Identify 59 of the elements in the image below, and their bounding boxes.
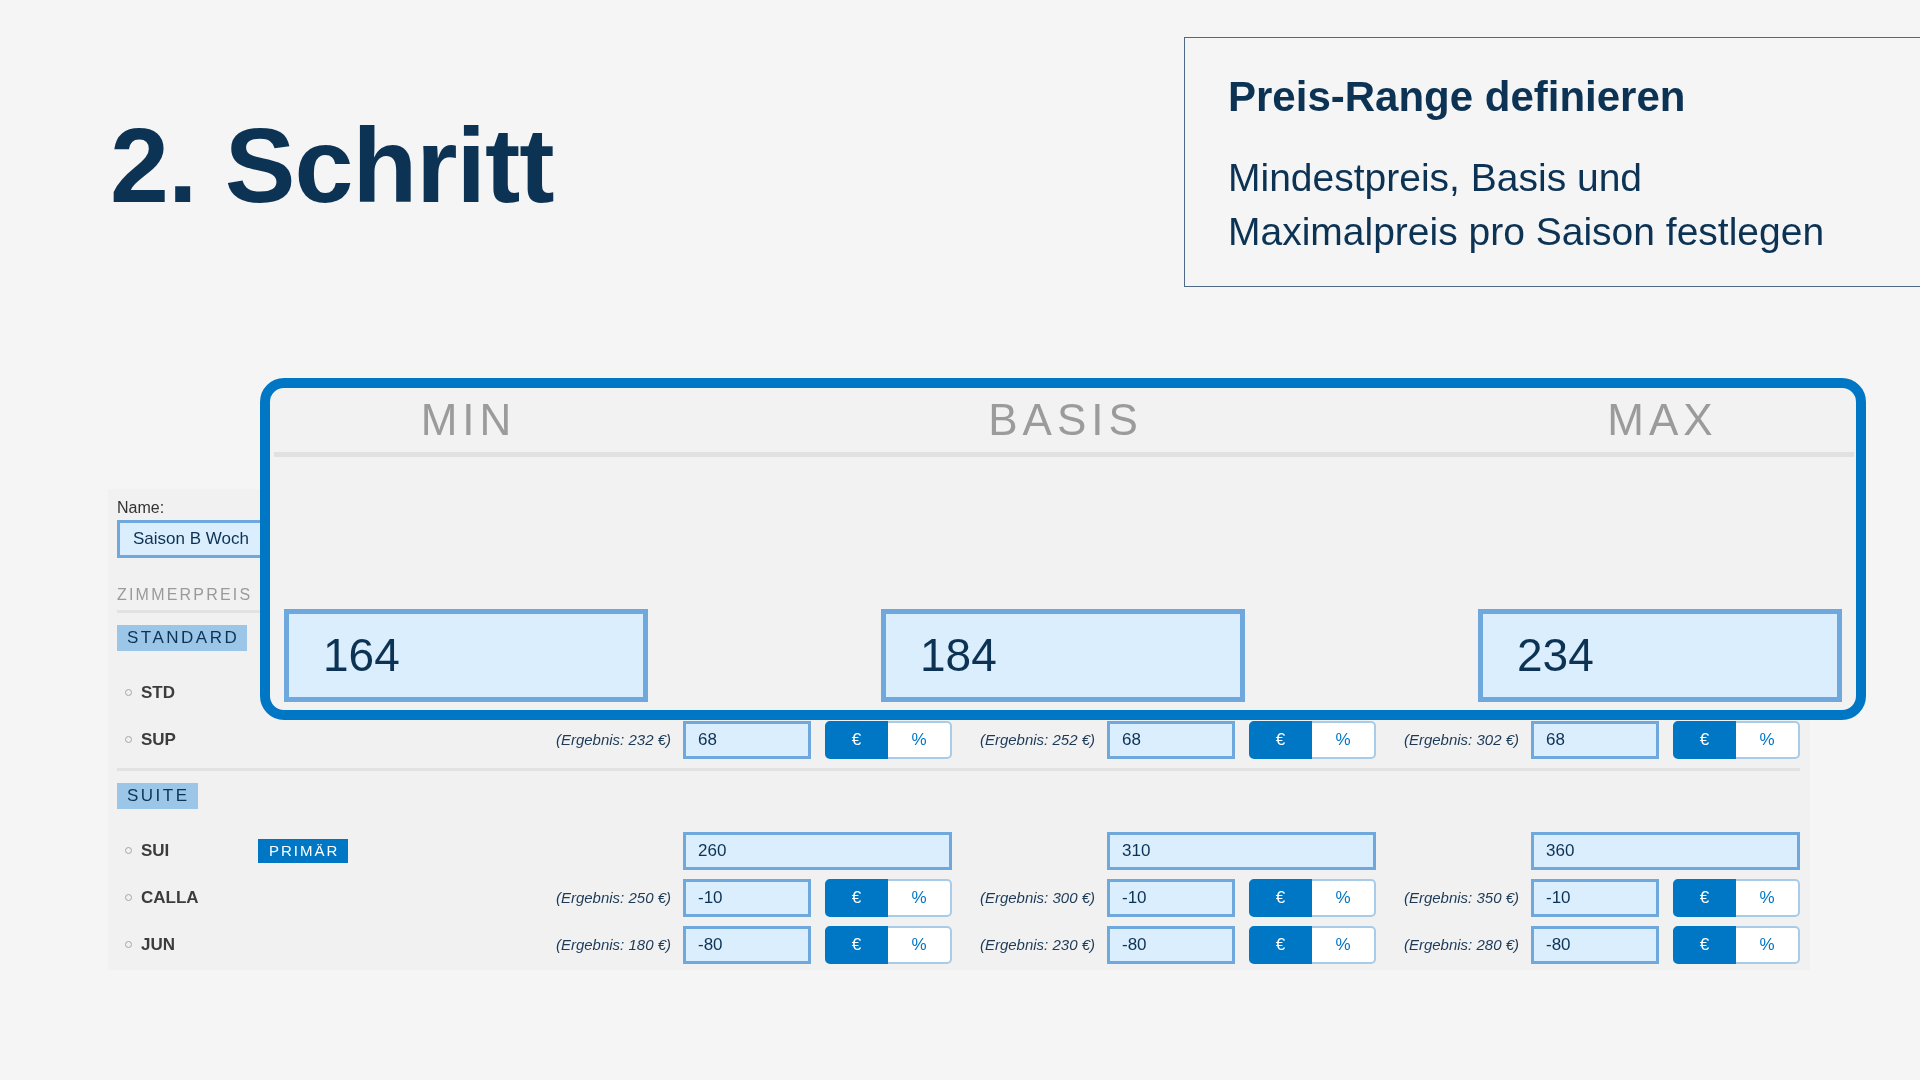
result-text: (Ergebnis: 230 €) <box>979 935 1095 953</box>
room-code: STD <box>141 682 175 703</box>
unit-button[interactable]: % <box>1736 720 1800 759</box>
result-text: (Ergebnis: 252 €) <box>979 730 1095 748</box>
unit-button[interactable]: % <box>1736 925 1800 964</box>
info-title: Preis-Range definieren <box>1228 72 1686 122</box>
unit-button[interactable]: % <box>1312 925 1376 964</box>
section-heading: ZIMMERPREIS <box>117 585 253 605</box>
column-header: BASIS <box>987 395 1143 444</box>
result-text: (Ergebnis: 302 €) <box>1403 730 1519 748</box>
price-field[interactable]: 260 <box>683 831 952 870</box>
category-tag: STANDARD <box>117 625 248 651</box>
room-code: SUI <box>141 840 170 861</box>
result-text: (Ergebnis: 280 €) <box>1403 935 1519 953</box>
result-text: (Ergebnis: 350 €) <box>1403 888 1519 906</box>
column-header: MIN <box>419 395 517 444</box>
result-text: (Ergebnis: 250 €) <box>555 888 671 906</box>
result-text: (Ergebnis: 232 €) <box>555 730 671 748</box>
price-field[interactable]: 68 <box>1531 720 1659 759</box>
price-field[interactable]: -10 <box>683 878 811 917</box>
price-field[interactable]: -80 <box>1107 925 1235 964</box>
info-text: Mindestpreis, Basis und Maximalpreis pro Saison festlegen <box>1228 155 1826 255</box>
name-label: Name: <box>117 499 165 517</box>
unit-button[interactable]: € <box>1249 925 1312 964</box>
price-field[interactable]: 360 <box>1531 831 1800 870</box>
price-field[interactable]: 310 <box>1107 831 1376 870</box>
primary-badge: PRIMÄR <box>258 838 349 863</box>
unit-button[interactable]: € <box>1249 720 1312 759</box>
price-field[interactable]: -80 <box>1531 925 1659 964</box>
unit-button[interactable]: % <box>1312 720 1376 759</box>
unit-button[interactable]: € <box>1673 720 1736 759</box>
room-code: CALLA <box>141 887 199 908</box>
price-field[interactable]: -10 <box>1531 878 1659 917</box>
unit-button[interactable]: € <box>1673 925 1736 964</box>
room-code: JUN <box>141 934 175 955</box>
unit-button[interactable]: % <box>1312 878 1376 917</box>
price-field[interactable]: 234 <box>1478 609 1842 702</box>
name-field[interactable]: Saison B Woch <box>117 520 260 558</box>
column-header: MAX <box>1606 395 1718 444</box>
unit-button[interactable]: % <box>888 720 952 759</box>
price-field[interactable]: 68 <box>1107 720 1235 759</box>
unit-button[interactable]: € <box>1249 878 1312 917</box>
unit-button[interactable]: € <box>825 720 888 759</box>
price-field[interactable]: -80 <box>683 925 811 964</box>
price-field[interactable]: 184 <box>881 609 1245 702</box>
price-field[interactable]: 164 <box>284 609 648 702</box>
unit-button[interactable]: € <box>825 878 888 917</box>
unit-button[interactable]: % <box>888 925 952 964</box>
price-field[interactable]: 68 <box>683 720 811 759</box>
category-tag: SUITE <box>117 783 198 809</box>
price-field[interactable]: -10 <box>1107 878 1235 917</box>
step-title: 2. Schritt <box>110 112 554 218</box>
unit-button[interactable]: % <box>888 878 952 917</box>
result-text: (Ergebnis: 300 €) <box>979 888 1095 906</box>
result-text: (Ergebnis: 180 €) <box>555 935 671 953</box>
unit-button[interactable]: % <box>1736 878 1800 917</box>
unit-button[interactable]: € <box>825 925 888 964</box>
room-code: SUP <box>141 729 176 750</box>
unit-button[interactable]: € <box>1673 878 1736 917</box>
